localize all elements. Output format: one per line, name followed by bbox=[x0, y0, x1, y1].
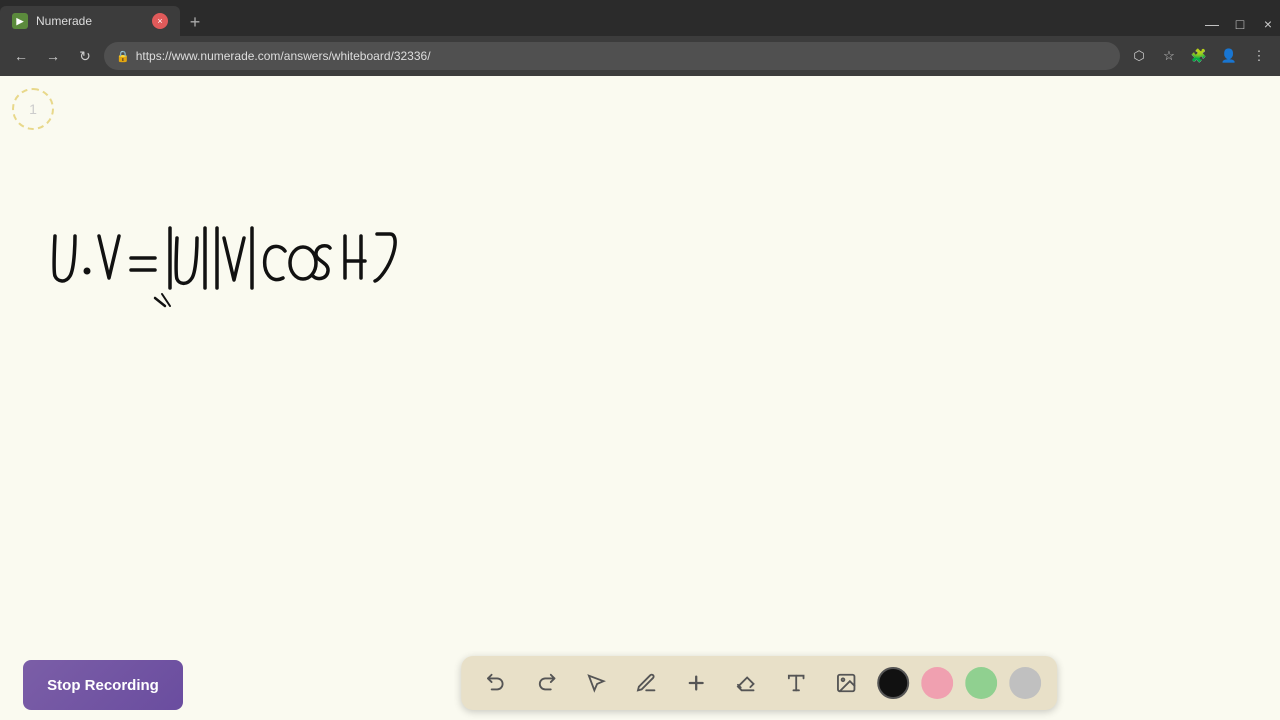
formula-svg bbox=[25, 206, 445, 326]
new-tab-button[interactable]: + bbox=[180, 8, 210, 36]
profile-icon[interactable]: 👤 bbox=[1216, 43, 1242, 69]
browser-frame: ▶ Numerade × + — □ × ← → ↻ 🔒 https://www… bbox=[0, 0, 1280, 720]
tab-bar: ▶ Numerade × + — □ × bbox=[0, 0, 1280, 36]
back-button[interactable]: ← bbox=[8, 43, 34, 69]
add-button[interactable] bbox=[677, 664, 715, 702]
active-tab[interactable]: ▶ Numerade × bbox=[0, 6, 180, 36]
color-green[interactable] bbox=[965, 667, 997, 699]
stop-recording-button[interactable]: Stop Recording bbox=[23, 660, 183, 710]
tab-close-button[interactable]: × bbox=[152, 13, 168, 29]
tab-title: Numerade bbox=[36, 14, 144, 28]
browser-actions: ⬡ ☆ 🧩 👤 ⋮ bbox=[1126, 43, 1272, 69]
eraser-tool-button[interactable] bbox=[727, 664, 765, 702]
page-content: 1 bbox=[0, 76, 1280, 720]
address-bar: ← → ↻ 🔒 https://www.numerade.com/answers… bbox=[0, 36, 1280, 76]
minimize-button[interactable]: — bbox=[1200, 12, 1224, 36]
image-tool-button[interactable] bbox=[827, 664, 865, 702]
select-tool-button[interactable] bbox=[577, 664, 615, 702]
color-gray[interactable] bbox=[1009, 667, 1041, 699]
forward-button[interactable]: → bbox=[40, 43, 66, 69]
maximize-button[interactable]: □ bbox=[1228, 12, 1252, 36]
lock-icon: 🔒 bbox=[116, 50, 130, 63]
formula-container bbox=[25, 206, 445, 331]
bookmark-icon[interactable]: ☆ bbox=[1156, 43, 1182, 69]
color-pink[interactable] bbox=[921, 667, 953, 699]
reload-button[interactable]: ↻ bbox=[72, 43, 98, 69]
close-button[interactable]: × bbox=[1256, 12, 1280, 36]
pen-tool-button[interactable] bbox=[627, 664, 665, 702]
undo-button[interactable] bbox=[477, 664, 515, 702]
redo-button[interactable] bbox=[527, 664, 565, 702]
text-tool-button[interactable] bbox=[777, 664, 815, 702]
url-text: https://www.numerade.com/answers/whitebo… bbox=[136, 49, 1108, 63]
cast-icon[interactable]: ⬡ bbox=[1126, 43, 1152, 69]
bottom-toolbar bbox=[461, 656, 1057, 710]
window-controls: — □ × bbox=[1200, 12, 1280, 36]
extensions-icon[interactable]: 🧩 bbox=[1186, 43, 1212, 69]
tab-favicon: ▶ bbox=[12, 13, 28, 29]
menu-icon[interactable]: ⋮ bbox=[1246, 43, 1272, 69]
color-black[interactable] bbox=[877, 667, 909, 699]
whiteboard-canvas[interactable] bbox=[0, 76, 1280, 720]
url-bar[interactable]: 🔒 https://www.numerade.com/answers/white… bbox=[104, 42, 1120, 70]
